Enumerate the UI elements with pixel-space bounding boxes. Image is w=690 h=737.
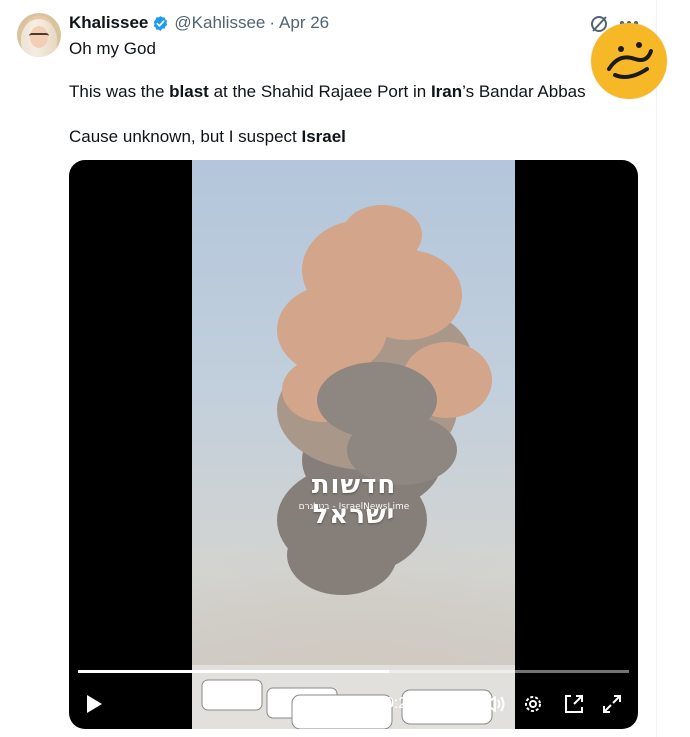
fullscreen-icon[interactable] [601,693,623,715]
settings-gear-icon[interactable] [522,693,544,715]
video-overlay-subtitle: בטלגרם - IsraelNewsLime [298,502,410,512]
avatar-glasses [29,33,49,40]
tweet-text-line-1: Oh my God [69,39,156,59]
text-bold-israel: Israel [301,127,346,146]
tweet-header: Khalissee @Kahlissee · Apr 26 [69,13,329,33]
separator-dot: · [269,13,276,32]
video-overlay-title: חדשות ישראל [311,470,397,530]
volume-icon[interactable] [483,693,507,715]
author-handle[interactable]: @Kahlissee [174,13,265,33]
tweet: Khalissee @Kahlissee · Apr 26 Oh my God … [0,0,657,737]
text-oh-my-god: Oh my God [69,39,156,58]
video-player[interactable]: חדשות ישראל בטלגרם - IsraelNewsLime 0:22… [69,160,638,729]
explosion-scene [192,205,515,729]
text-segment: ’s Bandar Abbas [462,82,586,101]
watermark-logo [591,23,667,99]
tweet-text-line-3: Cause unknown, but I suspect Israel [69,127,346,147]
author-name[interactable]: Khalissee [69,13,148,33]
tweet-text-line-2: This was the blast at the Shahid Rajaee … [69,82,586,102]
watermark-logo-mark [607,42,653,79]
picture-in-picture-icon[interactable] [563,693,585,715]
text-segment: Cause unknown, but I suspect [69,127,302,146]
text-bold-iran: Iran [430,82,463,101]
video-controls: 0:22 / 0:39 [69,683,638,729]
video-frame[interactable]: חדשות ישראל בטלגרם - IsraelNewsLime [192,160,515,729]
video-progress-fill[interactable] [78,670,389,673]
avatar[interactable] [17,13,61,57]
video-time: 0:22 / 0:39 [385,695,461,712]
text-segment: at the Shahid Rajaee Port in [208,82,431,101]
verified-badge-icon[interactable] [152,15,169,32]
post-date[interactable]: Apr 26 [279,13,329,33]
text-bold-blast: blast [169,82,209,101]
text-segment: This was the [69,82,170,101]
play-icon[interactable] [82,692,106,716]
